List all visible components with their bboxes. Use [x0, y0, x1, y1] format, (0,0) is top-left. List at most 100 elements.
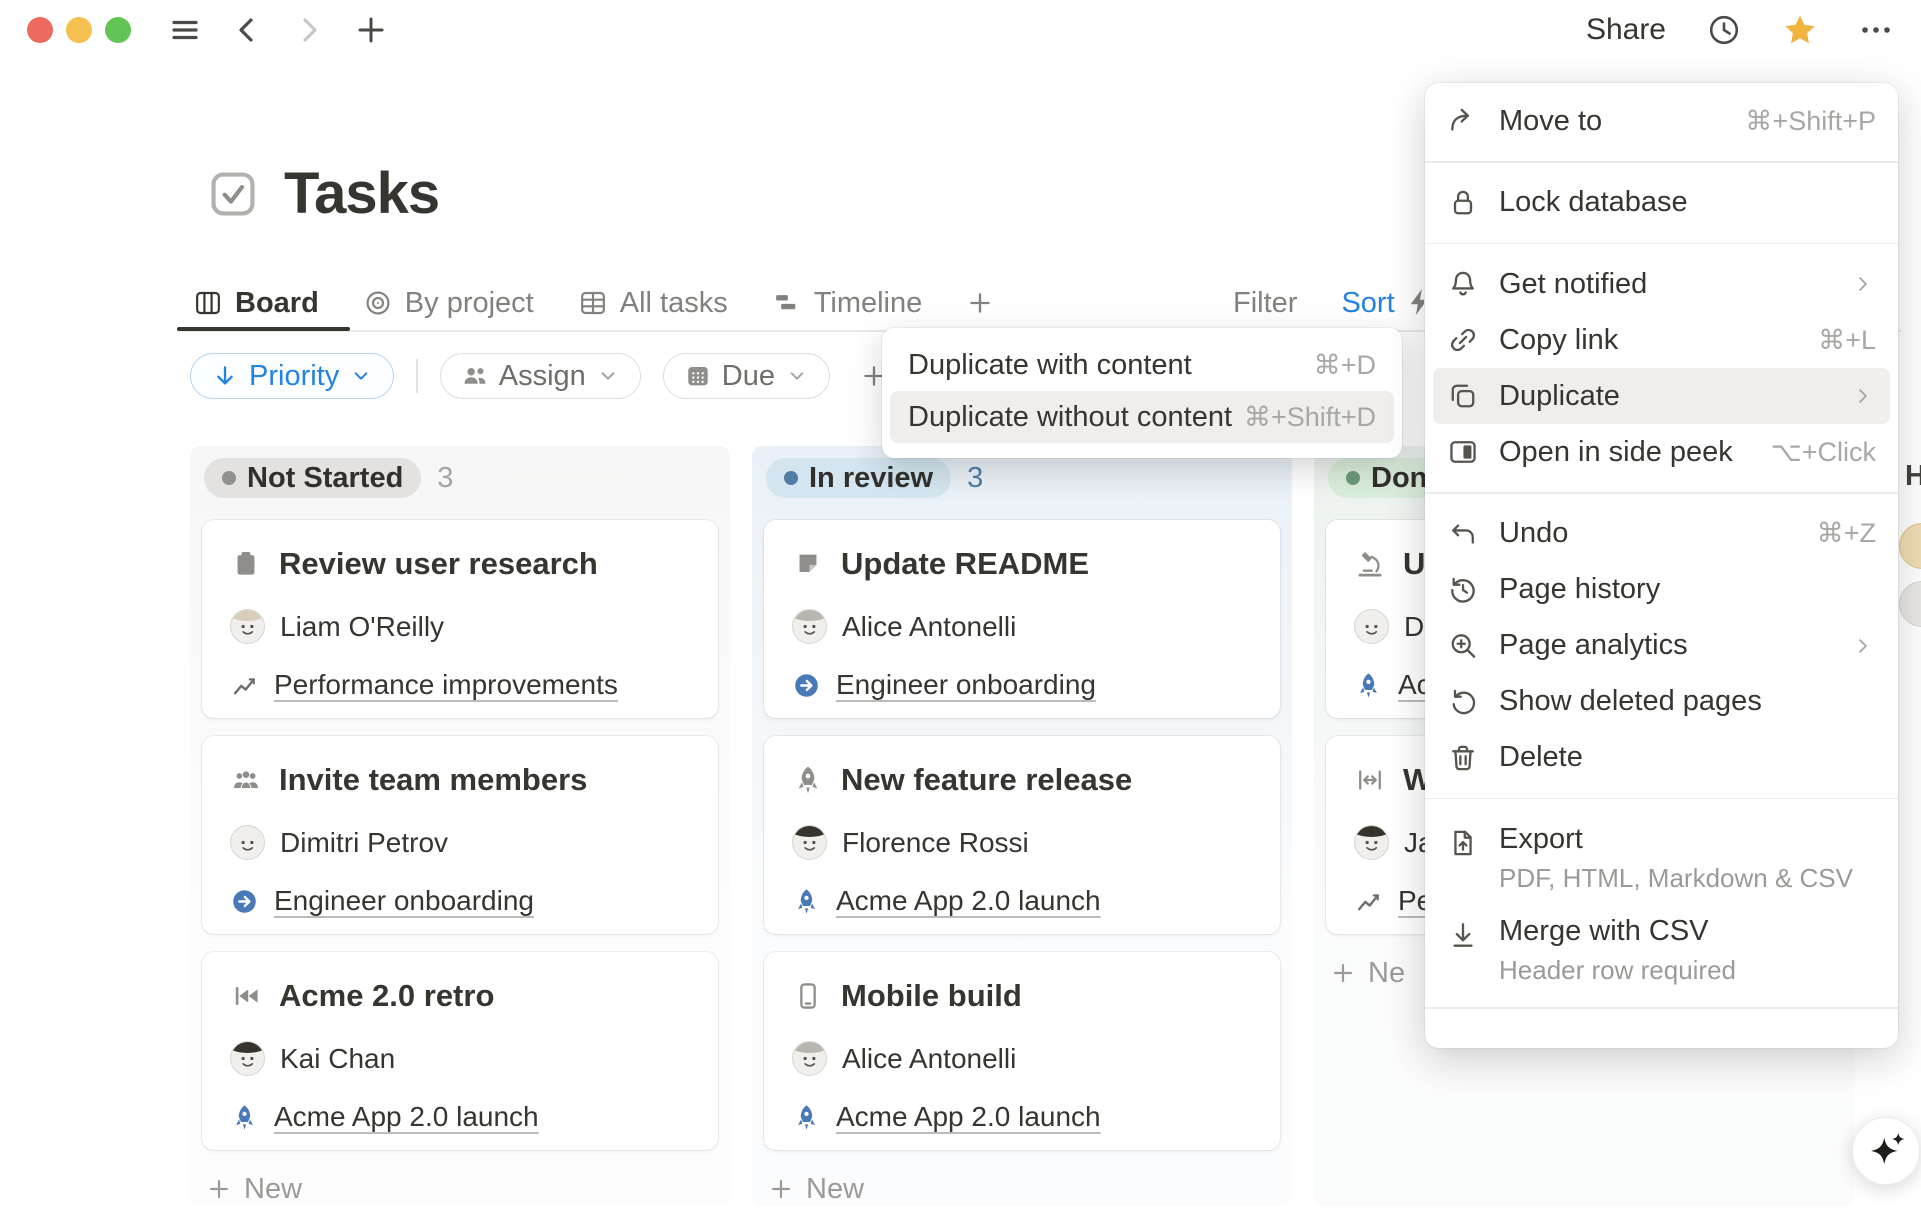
duplicate-submenu: Duplicate with content ⌘+D Duplicate wit… — [882, 328, 1402, 458]
menu-item-page-history[interactable]: Page history — [1433, 562, 1890, 618]
chevron-right-icon — [1850, 271, 1876, 297]
rewind-icon — [230, 980, 262, 1012]
board-column-not-started: Not Started 3 Review user research Liam … — [190, 446, 730, 1206]
assign-filter-chip[interactable]: Assign — [440, 353, 641, 399]
share-button[interactable]: Share — [1586, 13, 1666, 47]
width-icon — [1354, 764, 1386, 796]
filter-bar: Priority Assign Due A — [190, 353, 917, 399]
recent-updates-icon[interactable] — [1706, 12, 1742, 48]
avatar — [230, 609, 265, 644]
note-icon — [792, 548, 824, 580]
menu-divider — [1425, 798, 1898, 800]
bell-icon — [1447, 268, 1479, 300]
avatar — [792, 1041, 827, 1076]
status-badge[interactable]: Not Started — [204, 458, 421, 498]
menu-divider — [1425, 161, 1898, 163]
microscope-icon — [1354, 548, 1386, 580]
project-link[interactable]: Acme App 2.0 launch — [274, 1101, 539, 1133]
avatar — [792, 825, 827, 860]
minimize-window-button[interactable] — [66, 17, 92, 43]
avatar — [792, 609, 827, 644]
add-view-button[interactable] — [966, 289, 994, 317]
close-window-button[interactable] — [27, 17, 53, 43]
plus-icon — [206, 1176, 232, 1202]
lock-icon — [1447, 187, 1479, 219]
menu-item-duplicate-without-content[interactable]: Duplicate without content ⌘+Shift+D — [890, 391, 1394, 443]
task-card[interactable]: Update README Alice Antonelli Engineer o… — [764, 520, 1280, 718]
chart-line-icon — [1354, 887, 1383, 916]
menu-item-show-deleted-pages[interactable]: Show deleted pages — [1433, 674, 1890, 730]
view-tabs: Board By project All tasks Timeline — [193, 281, 994, 325]
sidebar-toggle-icon[interactable] — [167, 12, 203, 48]
checkbox-icon[interactable] — [208, 169, 258, 219]
tab-by-project[interactable]: By project — [363, 287, 534, 320]
status-badge[interactable]: In review — [766, 458, 951, 498]
assignee-name: Alice Antonelli — [842, 611, 1016, 643]
rocket-icon — [792, 887, 821, 916]
menu-item-undo[interactable]: Undo ⌘+Z — [1433, 506, 1890, 562]
menu-item-merge-with-csv[interactable]: Merge with CSV Header row required — [1433, 903, 1890, 995]
new-tab-icon[interactable] — [353, 12, 389, 48]
menu-item-open-in-side-peek[interactable]: Open in side peek ⌥+Click — [1433, 424, 1890, 480]
ai-assistant-button[interactable] — [1852, 1117, 1920, 1185]
forward-icon[interactable] — [291, 12, 327, 48]
chevron-down-icon — [349, 364, 373, 388]
task-card[interactable]: Acme 2.0 retro Kai Chan Acme App 2.0 lau… — [202, 952, 718, 1150]
chevron-down-icon — [785, 364, 809, 388]
menu-item-move-to[interactable]: Move to ⌘+Shift+P — [1433, 93, 1890, 149]
restore-icon — [1447, 686, 1479, 718]
rocket-icon — [792, 1103, 821, 1132]
board-column-in-review: In review 3 Update README Alice Antonell… — [752, 446, 1292, 1206]
status-dot — [222, 471, 236, 485]
new-card-button[interactable]: New — [768, 1168, 1276, 1210]
menu-item-duplicate-with-content[interactable]: Duplicate with content ⌘+D — [890, 339, 1394, 391]
project-link[interactable]: Performance improvements — [274, 669, 618, 701]
filter-button[interactable]: Filter — [1233, 287, 1297, 320]
assignee-name: Liam O'Reilly — [280, 611, 444, 643]
task-card[interactable]: Mobile build Alice Antonelli Acme App 2.… — [764, 952, 1280, 1150]
task-card[interactable]: Invite team members Dimitri Petrov Engin… — [202, 736, 718, 934]
menu-item-duplicate[interactable]: Duplicate — [1433, 368, 1890, 424]
clipboard-icon — [230, 548, 262, 580]
project-link[interactable]: Engineer onboarding — [836, 669, 1096, 701]
new-card-button[interactable]: New — [206, 1168, 714, 1210]
project-link[interactable]: Acme App 2.0 launch — [836, 1101, 1101, 1133]
menu-item-copy-link[interactable]: Copy link ⌘+L — [1433, 312, 1890, 368]
task-card[interactable]: New feature release Florence Rossi Acme … — [764, 736, 1280, 934]
status-dot — [1346, 471, 1360, 485]
rocket-icon — [792, 764, 824, 796]
timeline-icon — [772, 288, 802, 318]
column-count: 3 — [437, 462, 453, 495]
menu-item-lock-database[interactable]: Lock database — [1433, 175, 1890, 231]
phone-icon — [792, 980, 824, 1012]
rocket-icon — [1354, 671, 1383, 700]
menu-item-delete[interactable]: Delete — [1433, 730, 1890, 786]
zoom-window-button[interactable] — [105, 17, 131, 43]
project-link[interactable]: Acme App 2.0 launch — [836, 885, 1101, 917]
priority-sort-chip[interactable]: Priority — [190, 353, 394, 399]
project-link[interactable]: Engineer onboarding — [274, 885, 534, 917]
due-filter-chip[interactable]: Due — [663, 353, 830, 399]
task-card[interactable]: Review user research Liam O'Reilly Perfo… — [202, 520, 718, 718]
chevron-down-icon — [596, 364, 620, 388]
sort-button[interactable]: Sort — [1341, 287, 1394, 320]
menu-item-page-analytics[interactable]: Page analytics — [1433, 618, 1890, 674]
avatar — [1354, 825, 1389, 860]
chevron-right-icon — [1850, 383, 1876, 409]
tab-board[interactable]: Board — [193, 287, 319, 320]
menu-item-get-notified[interactable]: Get notified — [1433, 256, 1890, 312]
trash-icon — [1447, 742, 1479, 774]
quick-action-icon[interactable] — [1404, 286, 1424, 322]
column-count: 3 — [967, 462, 983, 495]
more-options-icon[interactable] — [1858, 12, 1894, 48]
favorite-star-icon[interactable] — [1782, 12, 1818, 48]
page-title[interactable]: Tasks — [284, 160, 439, 227]
back-icon[interactable] — [229, 12, 265, 48]
duplicate-icon — [1447, 380, 1479, 412]
menu-item-export[interactable]: Export PDF, HTML, Markdown & CSV — [1433, 811, 1890, 903]
tab-timeline[interactable]: Timeline — [772, 287, 923, 320]
tab-all-tasks[interactable]: All tasks — [578, 287, 728, 320]
export-icon — [1447, 827, 1479, 859]
traffic-lights[interactable] — [27, 17, 131, 43]
history-icon — [1447, 574, 1479, 606]
